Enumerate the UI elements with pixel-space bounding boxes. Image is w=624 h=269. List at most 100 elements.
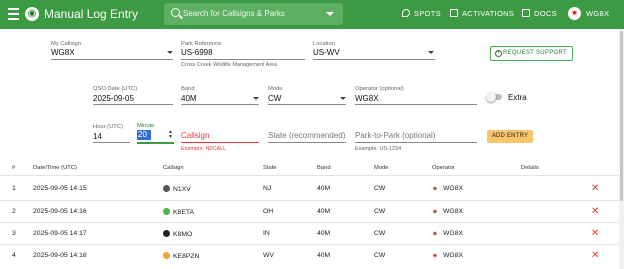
chevron-down-icon[interactable] <box>253 97 259 100</box>
globe-icon <box>163 208 170 215</box>
row-mode: CW <box>374 185 386 192</box>
row-operator: ✷ WG8X <box>432 252 464 260</box>
minute-input[interactable]: 20 <box>137 130 151 140</box>
extra-toggle[interactable] <box>486 92 504 102</box>
park-name-helper: Cross Creek Wildlife Management Area <box>181 62 278 68</box>
my-callsign-label: My Callsign <box>51 41 81 47</box>
row-callsign[interactable]: KE8PZN <box>163 252 199 260</box>
minute-label: Minute <box>137 123 155 129</box>
globe-icon <box>163 252 170 259</box>
location-select[interactable]: US-WV <box>313 48 340 57</box>
callsign-underline <box>181 142 259 143</box>
user-callsign[interactable]: WG8X <box>586 9 609 18</box>
search-input[interactable]: Search for Callsigns & Parks <box>183 9 285 18</box>
globe-icon <box>163 230 170 237</box>
park-reference-underline <box>181 59 305 60</box>
operator-input[interactable]: WG8X <box>355 94 379 103</box>
hour-underline <box>93 142 130 143</box>
user-avatar[interactable]: ✷ <box>568 7 581 20</box>
col-header-datetime: Date/Time (UTC) <box>33 165 77 171</box>
callsign-input[interactable]: Callsign <box>181 131 209 140</box>
hour-label: Hour (UTC) <box>93 124 123 130</box>
toggle-thumb <box>486 92 496 102</box>
col-header-state: State <box>263 165 277 171</box>
nav-docs[interactable]: DOCS <box>522 9 557 18</box>
menu-icon[interactable] <box>8 8 19 20</box>
park-to-park-input[interactable]: Park-to-Park (optional) <box>355 131 435 140</box>
nav-activations[interactable]: ACTIVATIONS <box>450 9 514 18</box>
add-circle-icon: + <box>495 50 502 57</box>
row-band: 40M <box>317 230 331 237</box>
table-row: 1 2025-09-05 14:15 N1XV NJ 40M CW ✷ WG8X … <box>0 178 624 199</box>
extra-label: Extra <box>508 93 527 102</box>
row-number: 2 <box>12 208 16 215</box>
band-label: Band <box>181 86 195 92</box>
row-state: OH <box>263 208 274 215</box>
row-band: 40M <box>317 252 331 259</box>
scrollbar[interactable] <box>619 29 624 269</box>
table-row: 3 2025-09-05 14:17 K8MO IN 40M CW ✷ WG8X … <box>0 223 624 244</box>
calendar-icon <box>450 9 458 17</box>
operator-icon: ✷ <box>432 231 438 238</box>
chevron-down-icon[interactable] <box>340 97 346 100</box>
minute-stepper[interactable]: ▲ ▼ <box>168 130 173 140</box>
park-reference-input[interactable]: US-6998 <box>181 48 213 57</box>
app-bar: ◉ Manual Log Entry Search for Callsigns … <box>0 0 624 29</box>
col-header-details: Details <box>521 165 539 171</box>
document-icon <box>522 9 530 17</box>
row-operator: ✷ WG8X <box>432 185 464 193</box>
row-mode: CW <box>374 230 386 237</box>
location-underline <box>313 59 435 60</box>
delete-row-icon[interactable]: ✕ <box>591 207 599 217</box>
row-callsign[interactable]: K8ETA <box>163 208 194 216</box>
row-datetime: 2025-09-05 14:15 <box>33 185 87 192</box>
my-callsign-underline <box>51 59 173 60</box>
park-to-park-helper: Example: US-1234 <box>355 146 402 152</box>
col-header-callsign: Callsign <box>163 165 184 171</box>
my-callsign-select[interactable]: WG8X <box>51 48 75 57</box>
table-row: 4 2025-09-05 14:18 KE8PZN WV 40M CW ✷ WG8… <box>0 245 624 266</box>
search-box[interactable]: Search for Callsigns & Parks <box>164 3 343 25</box>
row-callsign[interactable]: K8MO <box>163 230 192 238</box>
table-row: 2 2025-09-05 14:16 K8ETA OH 40M CW ✷ WG8X… <box>0 201 624 222</box>
mode-label: Mode <box>268 86 283 92</box>
band-underline <box>181 104 259 105</box>
mode-select[interactable]: CW <box>268 94 281 103</box>
qso-date-label: QSO Date (UTC) <box>93 86 138 92</box>
row-datetime: 2025-09-05 14:16 <box>33 208 87 215</box>
mode-underline <box>268 104 346 105</box>
row-callsign[interactable]: N1XV <box>163 185 191 193</box>
chevron-down-icon[interactable] <box>428 51 434 54</box>
state-input[interactable]: State (recommended) <box>268 131 345 140</box>
app-logo-icon[interactable]: ◉ <box>25 7 39 21</box>
row-number: 3 <box>12 230 16 237</box>
add-entry-button[interactable]: ADD ENTRY <box>487 130 533 143</box>
delete-row-icon[interactable]: ✕ <box>591 229 599 239</box>
operator-icon: ✷ <box>432 186 438 193</box>
col-header-operator: Operator <box>432 165 455 171</box>
request-support-button[interactable]: + REQUEST SUPPORT <box>490 46 573 61</box>
chevron-down-icon[interactable] <box>326 12 334 16</box>
delete-row-icon[interactable]: ✕ <box>591 251 599 261</box>
row-state: NJ <box>263 185 272 192</box>
nav-spots[interactable]: SPOTS <box>402 9 441 18</box>
minute-underline <box>137 142 174 144</box>
row-operator: ✷ WG8X <box>432 230 464 238</box>
delete-row-icon[interactable]: ✕ <box>591 184 599 194</box>
row-operator: ✷ WG8X <box>432 208 464 216</box>
row-band: 40M <box>317 185 331 192</box>
park-to-park-underline <box>355 142 477 143</box>
scrollbar-thumb[interactable] <box>620 31 623 201</box>
col-header-number: # <box>12 165 16 171</box>
band-select[interactable]: 40M <box>181 94 197 103</box>
row-state: IN <box>263 230 270 237</box>
operator-icon: ✷ <box>432 209 438 216</box>
hour-input[interactable]: 14 <box>93 132 102 141</box>
qso-date-input[interactable]: 2025-09-05 <box>93 94 134 103</box>
callsign-helper: Example: N0CALL <box>181 146 227 152</box>
operator-label: Operator (optional) <box>355 86 404 92</box>
operator-underline <box>355 104 477 105</box>
row-number: 4 <box>12 252 16 259</box>
chevron-down-icon[interactable] <box>167 51 173 54</box>
row-datetime: 2025-09-05 14:17 <box>33 230 87 237</box>
